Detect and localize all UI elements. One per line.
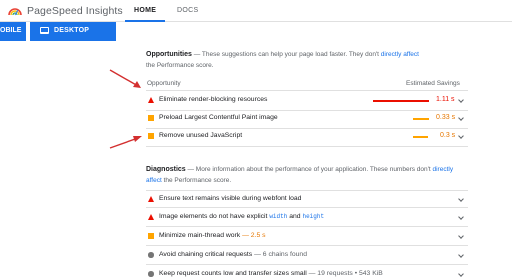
chains-found: — 6 chains found [252,251,307,258]
chevron-down-icon[interactable] [458,97,464,103]
diagnostic-row-label[interactable]: Ensure text remains visible during webfo… [159,195,301,202]
savings-value: 0.33 s [436,114,456,121]
divider [146,90,468,91]
chevron-down-icon[interactable] [458,271,464,277]
estimated-savings-column-header: Estimated Savings [406,80,460,87]
request-summary: — 19 requests • 543 KiB [306,270,383,277]
tab-mobile-label: OBILE [0,27,22,34]
fail-triangle-icon [148,97,154,103]
chevron-down-icon[interactable] [458,214,464,220]
opportunities-intro: Opportunities — These suggestions can he… [146,51,419,69]
tab-desktop-label: DESKTOP [54,27,90,34]
nav-home-tab[interactable]: HOME [134,7,156,14]
average-square-icon [148,115,154,121]
desktop-icon [40,27,49,34]
chevron-down-icon[interactable] [458,233,464,239]
opportunity-row-label[interactable]: Remove unused JavaScript [159,132,242,139]
average-square-icon [148,233,154,239]
opportunity-column-header: Opportunity [147,80,181,87]
info-circle-icon [148,271,154,277]
opportunity-row-label[interactable]: Eliminate render-blocking resources [159,96,267,103]
diagnostic-row-label[interactable]: Minimize main-thread work — 2.5 s [159,232,266,239]
savings-bar-average [413,136,428,138]
diagnostic-row-label[interactable]: Keep request counts low and transfer siz… [159,270,383,277]
code-height: height [302,213,325,220]
chevron-down-icon[interactable] [458,252,464,258]
chevron-down-icon[interactable] [458,115,464,121]
chevron-down-icon[interactable] [458,196,464,202]
opportunity-row-label[interactable]: Preload Largest Contentful Paint image [159,114,278,121]
divider [146,264,468,265]
fail-triangle-icon [148,214,154,220]
annotation-arrow-icon [109,69,141,88]
savings-value: 1.11 s [436,96,455,103]
divider [146,110,468,111]
divider [146,128,468,129]
info-circle-icon [148,252,154,258]
diagnostic-row-label[interactable]: Avoid chaining critical requests — 6 cha… [159,251,307,258]
savings-bar-fail [373,100,429,102]
diagnostics-intro: Diagnostics — More information about the… [146,166,454,184]
app-title: PageSpeed Insights [27,5,123,17]
divider [146,146,468,147]
nav-docs-tab[interactable]: DOCS [177,7,198,14]
divider [146,245,468,246]
diagnostics-title: Diagnostics [146,166,186,173]
affect-link[interactable]: affect [146,177,162,184]
savings-value: 0.3 s [440,132,456,139]
annotation-arrow-icon [109,136,142,149]
pagespeed-logo-icon [8,8,22,16]
main-thread-time: — 2.5 s [240,232,266,239]
code-width: width [269,213,288,220]
divider [146,207,468,208]
savings-bar-average [413,118,429,120]
directly-affect-link[interactable]: directly affect [381,51,419,58]
opportunities-title: Opportunities [146,51,192,58]
fail-triangle-icon [148,196,154,202]
divider [146,226,468,227]
diagnostic-row-label[interactable]: Image elements do not have explicit widt… [159,213,324,220]
chevron-down-icon[interactable] [458,133,464,139]
average-square-icon [148,133,154,139]
divider [146,190,468,191]
directly-link[interactable]: directly [433,166,454,173]
